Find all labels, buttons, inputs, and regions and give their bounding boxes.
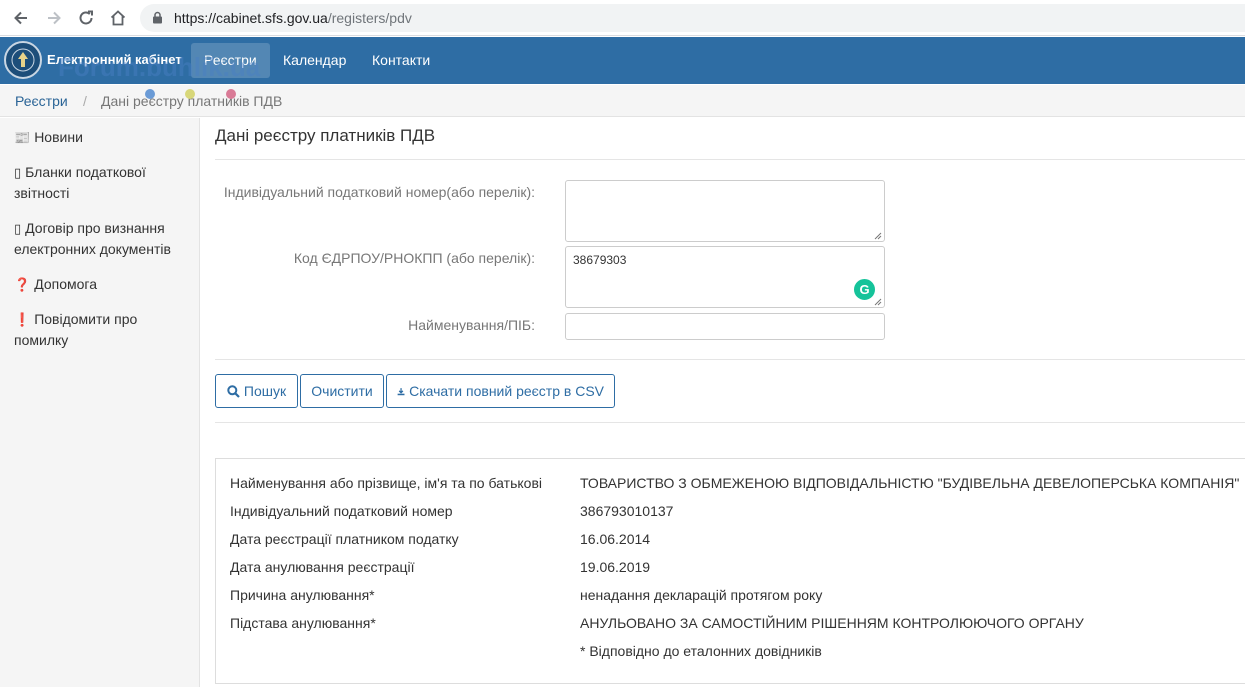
resize-grip-icon[interactable] bbox=[874, 232, 882, 240]
yellow-dot-icon bbox=[185, 89, 195, 99]
search-icon bbox=[227, 384, 240, 398]
result-cancel-reason-value: ненадання декларацій протягом року bbox=[580, 587, 823, 603]
exclamation-circle-icon: ❗ bbox=[14, 312, 31, 327]
edrpou-label: Код ЄДРПОУ/РНОКПП (або перелік): bbox=[293, 250, 535, 266]
url-text: https://cabinet.sfs.gov.ua/registers/pdv bbox=[174, 10, 412, 26]
ipn-label: Індивідуальний податковий номер(або пере… bbox=[223, 184, 535, 200]
divider bbox=[215, 422, 1245, 423]
name-label: Найменування/ПІБ: bbox=[408, 317, 535, 333]
browser-toolbar: https://cabinet.sfs.gov.ua/registers/pdv bbox=[0, 0, 1245, 36]
result-cancel-reason-label: Причина анулювання* bbox=[230, 587, 375, 603]
search-button[interactable]: Пошук bbox=[215, 374, 298, 408]
download-csv-button[interactable]: Скачати повний реєстр в CSV bbox=[386, 374, 615, 408]
nav-calendar[interactable]: Календар bbox=[270, 43, 359, 78]
result-cancel-date-label: Дата анулювання реєстрації bbox=[230, 559, 415, 575]
result-name-label: Найменування або прізвище, ім'я та по ба… bbox=[230, 475, 542, 491]
result-ipn-value: 386793010137 bbox=[580, 503, 674, 519]
back-arrow-icon[interactable] bbox=[9, 6, 33, 30]
home-icon[interactable] bbox=[106, 6, 130, 30]
top-navbar: Електронний кабінет Реєстри Календар Кон… bbox=[0, 37, 1245, 84]
nav-contacts[interactable]: Контакти bbox=[359, 43, 443, 78]
breadcrumb-separator: / bbox=[83, 93, 87, 109]
result-reg-date-value: 16.06.2014 bbox=[580, 531, 651, 547]
result-reg-date-label: Дата реєстрації платником податку bbox=[230, 531, 459, 547]
pink-dot-icon bbox=[226, 89, 236, 99]
address-bar[interactable]: https://cabinet.sfs.gov.ua/registers/pdv bbox=[140, 4, 1245, 32]
lock-icon bbox=[153, 11, 162, 24]
sidebar-item-help[interactable]: ❓ Допомога bbox=[14, 274, 194, 295]
question-circle-icon: ❓ bbox=[14, 277, 31, 292]
sidebar-item-agreement[interactable]: ▯ Договір про визнання електронних докуме… bbox=[14, 218, 194, 260]
brand-title[interactable]: Електронний кабінет bbox=[47, 52, 182, 67]
edrpou-textarea[interactable]: 38679303 bbox=[565, 246, 885, 308]
result-name-value: ТОВАРИСТВО З ОБМЕЖЕНОЮ ВІДПОВІДАЛЬНІСТЮ … bbox=[580, 475, 1240, 491]
blue-dot-icon bbox=[145, 89, 155, 99]
book-icon: ▯ bbox=[14, 165, 22, 180]
divider bbox=[215, 359, 1245, 360]
resize-grip-icon[interactable] bbox=[874, 298, 882, 306]
sidebar-item-news[interactable]: 📰 Новини bbox=[14, 127, 194, 148]
breadcrumb: Реєстри / Дані реєстру платників ПДВ bbox=[0, 85, 1245, 117]
reload-icon[interactable] bbox=[74, 6, 98, 30]
sidebar-item-report-error[interactable]: ❗ Повідомити про помилку bbox=[14, 309, 194, 351]
forward-arrow-icon[interactable] bbox=[42, 6, 66, 30]
newspaper-icon: 📰 bbox=[14, 130, 31, 145]
result-cancel-date-value: 19.06.2019 bbox=[580, 559, 651, 575]
nav-registers[interactable]: Реєстри bbox=[191, 43, 270, 78]
result-ipn-label: Індивідуальний податковий номер bbox=[230, 503, 453, 519]
name-input[interactable] bbox=[565, 313, 885, 340]
download-icon bbox=[397, 387, 405, 395]
breadcrumb-registers-link[interactable]: Реєстри bbox=[15, 93, 68, 109]
clear-button[interactable]: Очистити bbox=[300, 374, 384, 408]
emblem-logo[interactable] bbox=[4, 41, 42, 79]
result-cancel-basis-value: АНУЛЬОВАНО ЗА САМОСТІЙНИМ РІШЕННЯМ КОНТР… bbox=[580, 615, 1084, 631]
book-icon: ▯ bbox=[14, 221, 22, 236]
grammarly-icon[interactable]: G bbox=[853, 278, 876, 301]
divider bbox=[215, 159, 1245, 160]
result-cancel-basis-label: Підстава анулювання* bbox=[230, 615, 376, 631]
page-title: Дані реєстру платників ПДВ bbox=[215, 126, 436, 145]
sidebar-item-forms[interactable]: ▯ Бланки податкової звітності bbox=[14, 162, 194, 204]
sidebar: 📰 Новини ▯ Бланки податкової звітності ▯ До… bbox=[0, 118, 200, 687]
ipn-textarea[interactable] bbox=[565, 180, 885, 242]
result-footnote: * Відповідно до еталонних довідників bbox=[580, 643, 822, 659]
